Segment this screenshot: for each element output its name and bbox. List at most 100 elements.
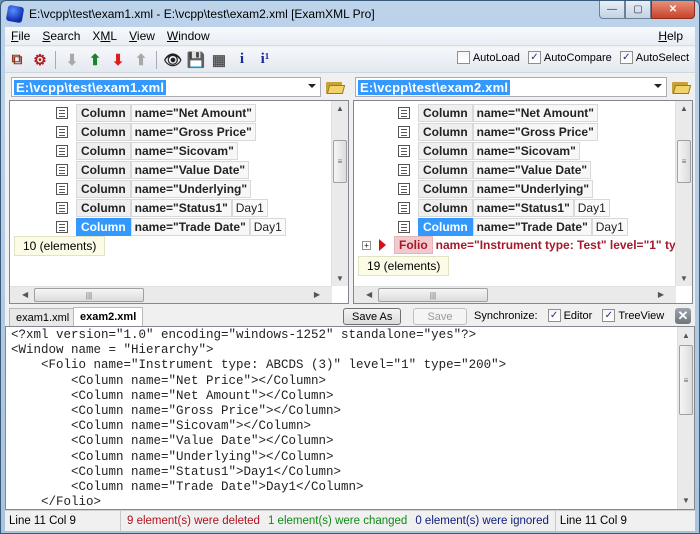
sync-editor-checkbox[interactable]: ✓ Editor [547, 309, 592, 322]
maximize-button[interactable]: ▢ [625, 1, 651, 19]
checkbox[interactable]: ✓ [527, 51, 541, 64]
grid-icon[interactable]: ▦ [208, 49, 230, 71]
scroll-right-icon[interactable]: ▶ [658, 290, 664, 299]
menu-file[interactable]: File [5, 29, 36, 43]
checkbox[interactable]: ✓ [619, 51, 633, 64]
vertical-scrollbar[interactable]: ▲ ≡ ▼ [331, 101, 348, 286]
prev-diff-disabled-icon[interactable]: ⬆ [130, 49, 152, 71]
menu-window[interactable]: Window [161, 29, 216, 43]
left-file-combo[interactable]: E:\vcpp\test\exam1.xml [11, 77, 321, 97]
autoload-checkbox[interactable]: AutoLoad [456, 51, 520, 64]
checkbox[interactable]: ✓ [602, 309, 616, 322]
scroll-thumb[interactable]: ≡ [679, 345, 693, 415]
tree-row[interactable]: Column name="Status1" Day1 [56, 199, 268, 217]
scroll-thumb[interactable]: ≡ [677, 140, 691, 183]
dropdown-arrow-icon[interactable] [654, 84, 662, 88]
tree-row[interactable]: Column name="Value Date" [398, 161, 592, 179]
find-binoculars-icon[interactable]: 👁 [162, 49, 184, 71]
menu-view[interactable]: View [123, 29, 161, 43]
menu-help[interactable]: Help [652, 29, 689, 43]
horizontal-scrollbar[interactable]: ◀ ||| ▶ [10, 286, 332, 303]
expand-icon[interactable]: + [362, 240, 371, 250]
scroll-down-icon[interactable]: ▼ [680, 274, 688, 283]
tree-row[interactable]: Column name="Sicovam" [56, 142, 238, 160]
changed-text: 1 element(s) were changed [267, 515, 408, 527]
tree-row[interactable]: Column name="Net Amount" [398, 104, 598, 122]
next-diff-icon[interactable]: ⬇ [107, 49, 129, 71]
tree-row[interactable]: Column name="Trade Date" Day1 [56, 218, 286, 236]
xml-source[interactable]: <?xml version="1.0" encoding="windows-12… [11, 328, 506, 509]
scroll-down-icon[interactable]: ▼ [682, 496, 690, 505]
vertical-scrollbar[interactable]: ▲ ≡ ▼ [677, 327, 694, 509]
tree-row[interactable]: Column name="Sicovam" [398, 142, 580, 160]
tab-exam2[interactable]: exam2.xml [73, 307, 144, 326]
menu-search[interactable]: Search [36, 29, 86, 43]
tree-row[interactable]: Column name="Gross Price" [398, 123, 598, 141]
tree-row[interactable]: Column name="Value Date" [56, 161, 250, 179]
sync-treeview-checkbox[interactable]: ✓ TreeView [602, 309, 664, 322]
synchronize-options: Synchronize: ✓ Editor ✓ TreeView [474, 309, 664, 322]
left-tree-view[interactable]: 10 (elements) ▲ ≡ ▼ ◀ ||| ▶ Column name="… [9, 100, 349, 304]
compare-icon[interactable]: ⧉ [6, 49, 28, 71]
element-tag[interactable]: Column [76, 123, 131, 141]
element-tag[interactable]: Column [418, 104, 473, 122]
close-button[interactable]: ✕ [651, 1, 695, 19]
xml-editor[interactable]: <?xml version="1.0" encoding="windows-12… [5, 326, 695, 510]
close-pane-icon[interactable]: ✕ [675, 308, 691, 324]
scroll-up-icon[interactable]: ▲ [682, 331, 690, 340]
checkbox[interactable]: ✓ [547, 309, 561, 322]
horizontal-scrollbar[interactable]: ◀ ||| ▶ [354, 286, 676, 303]
autoselect-checkbox[interactable]: ✓ AutoSelect [619, 51, 689, 64]
scroll-down-icon[interactable]: ▼ [336, 274, 344, 283]
open-folder-icon[interactable] [325, 78, 346, 96]
right-tree-view[interactable]: + Folio name="Instrument type: Test" lev… [353, 100, 693, 304]
compare-options-icon[interactable]: ⚙ [29, 49, 51, 71]
info-icon[interactable]: i [231, 49, 253, 71]
prev-diff-icon[interactable]: ⬆ [84, 49, 106, 71]
scroll-thumb[interactable]: ||| [378, 288, 488, 302]
tree-row[interactable]: Column name="Gross Price" [56, 123, 256, 141]
element-tag[interactable]: Column [76, 218, 131, 236]
dropdown-arrow-icon[interactable] [308, 84, 316, 88]
title-bar[interactable]: E:\vcpp\test\exam1.xml - E:\vcpp\test\ex… [1, 1, 699, 27]
save-button[interactable]: Save [413, 308, 467, 325]
scroll-left-icon[interactable]: ◀ [22, 290, 28, 299]
checkbox-label: AutoLoad [472, 51, 520, 64]
tree-row[interactable]: Column name="Underlying" [398, 180, 594, 198]
element-tag[interactable]: Column [76, 199, 131, 217]
checkbox[interactable] [456, 51, 470, 64]
save-as-button[interactable]: Save As [343, 308, 402, 325]
tree-row[interactable]: Column name="Net Amount" [56, 104, 256, 122]
element-tag[interactable]: Column [76, 104, 131, 122]
tree-row[interactable]: Column name="Underlying" [56, 180, 252, 198]
tree-row[interactable]: Column name="Trade Date" Day1 [398, 218, 628, 236]
element-tag[interactable]: Column [418, 180, 473, 198]
autocompare-checkbox[interactable]: ✓ AutoCompare [527, 51, 612, 64]
right-file-combo[interactable]: E:\vcpp\test\exam2.xml [355, 77, 667, 97]
element-tag[interactable]: Column [418, 161, 473, 179]
scroll-thumb[interactable]: ≡ [333, 140, 347, 183]
scroll-up-icon[interactable]: ▲ [336, 104, 344, 113]
menu-xml[interactable]: XML [86, 29, 123, 43]
element-tag[interactable]: Column [76, 142, 131, 160]
element-node-icon [398, 183, 410, 195]
minimize-button[interactable]: — [599, 1, 625, 19]
element-tag[interactable]: Column [418, 123, 473, 141]
vertical-scrollbar[interactable]: ▲ ≡ ▼ [675, 101, 692, 286]
folio-row[interactable]: + Folio name="Instrument type: Test" lev… [362, 236, 692, 254]
info-first-icon[interactable]: i¹ [254, 49, 276, 71]
scroll-left-icon[interactable]: ◀ [366, 290, 372, 299]
next-diff-disabled-icon[interactable]: ⬇ [61, 49, 83, 71]
element-tag[interactable]: Column [418, 199, 473, 217]
element-tag[interactable]: Column [418, 218, 473, 236]
scroll-thumb[interactable]: ||| [34, 288, 144, 302]
save-icon[interactable]: 💾 [185, 49, 207, 71]
element-tag[interactable]: Column [76, 180, 131, 198]
scroll-up-icon[interactable]: ▲ [680, 104, 688, 113]
tree-row[interactable]: Column name="Status1" Day1 [398, 199, 610, 217]
scroll-right-icon[interactable]: ▶ [314, 290, 320, 299]
open-folder-icon[interactable] [671, 78, 692, 96]
element-tag[interactable]: Column [76, 161, 131, 179]
element-tag[interactable]: Column [418, 142, 473, 160]
tab-exam1[interactable]: exam1.xml [9, 308, 77, 326]
